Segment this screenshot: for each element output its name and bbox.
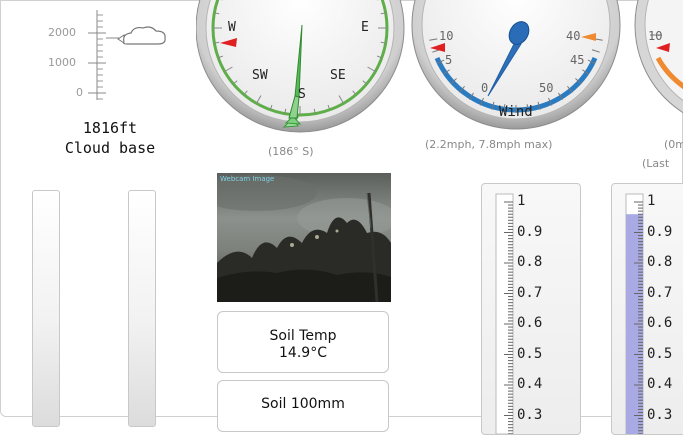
webcam-image[interactable]: Webcam Image	[217, 173, 391, 302]
wind-scale-label-0: 0	[481, 81, 489, 95]
meter-panel-left: 1 0.9 0.8 0.7 0.6 0.5 0.4 0.3	[481, 183, 581, 435]
compass-label-se: SE	[330, 68, 346, 83]
compass-label-s: S	[298, 87, 306, 102]
meterL-scale-label: 0.3	[517, 406, 543, 423]
wind-scale-label-5: 5	[445, 53, 453, 67]
meter-panel-right: 1 0.9 0.8 0.7 0.6 0.5 0.4 0.3	[611, 183, 683, 435]
cloud-base-value: 1816ft	[82, 119, 138, 137]
meterL-scale-label: 0.5	[517, 345, 543, 362]
cloud-axis-label-0: 0	[76, 86, 83, 99]
cloud-axis-label-2000: 2000	[48, 26, 76, 39]
compass-label-w: W	[228, 20, 236, 35]
meterR-scale-label: 0.4	[647, 376, 673, 392]
wind-scale-label-50: 50	[539, 81, 554, 95]
partial-gauge-label: 10	[648, 29, 663, 43]
partial-gauge-reading-1: (0m	[664, 138, 683, 151]
soil-temp-box: Soil Temp 14.9°C	[217, 311, 389, 373]
soil-temp-value: 14.9°C	[279, 345, 327, 361]
cloud-icon	[117, 26, 166, 45]
cloud-axis-label-1000: 1000	[48, 56, 76, 69]
meterL-scale-label: 1	[517, 193, 526, 209]
cloud-base-widget: 2000 1000 0 1816ft Cloud base	[0, 0, 190, 165]
compass-label-e: E	[361, 20, 369, 35]
meterR-scale-label: 0.5	[647, 345, 673, 362]
wind-reading: (2.2mph, 7.8mph max)	[425, 138, 553, 151]
cloud-base-label: Cloud base	[64, 139, 156, 157]
meterL-scale-label: 0.8	[517, 254, 543, 270]
meterL-scale-label: 0.6	[517, 315, 543, 331]
wind-label: Wind	[499, 104, 533, 120]
soil-moisture-label: Soil 100mm	[261, 396, 345, 412]
wind-scale-label-45: 45	[570, 53, 585, 67]
soil-moisture-box: Soil 100mm	[217, 380, 389, 432]
compass-reading: (186° S)	[268, 145, 314, 158]
partial-gauge-reading-2: (Last	[642, 157, 670, 170]
meterR-scale-label: 0.7	[647, 284, 673, 301]
meterL-scale-label: 0.7	[517, 284, 543, 301]
left-meter-tube-1	[32, 190, 60, 427]
meterL-scale-label: 0.4	[517, 376, 543, 392]
meter-right-tube	[625, 193, 644, 434]
left-meter-tube-2	[128, 190, 156, 427]
soil-temp-label: Soil Temp	[269, 328, 337, 344]
compass-label-sw: SW	[252, 68, 268, 83]
meterR-scale-label: 0.8	[647, 254, 673, 270]
partial-gauge: 10 (0m (Last	[634, 0, 683, 180]
meter-left-tube	[495, 193, 514, 434]
meterR-scale-label: 0.3	[647, 406, 673, 423]
wind-scale-label-10: 10	[439, 29, 454, 43]
meterL-scale-label: 0.9	[517, 223, 543, 240]
webcam-picture	[217, 173, 391, 302]
meterR-scale-label: 0.9	[647, 223, 673, 240]
cloud-base-scale	[88, 10, 166, 100]
wind-speed-gauge: 10 5 0 50 45 40 Wind (2.2mph, 7.8mph max…	[410, 0, 635, 165]
webcam-stamp: Webcam Image	[220, 175, 275, 183]
wind-direction-gauge: W E SW SE S (186° S)	[196, 0, 410, 165]
meterR-scale-label: 1	[647, 193, 656, 209]
partial-dial	[634, 0, 683, 114]
wind-scale-label-40: 40	[566, 29, 581, 43]
meterR-scale-label: 0.6	[647, 315, 673, 331]
